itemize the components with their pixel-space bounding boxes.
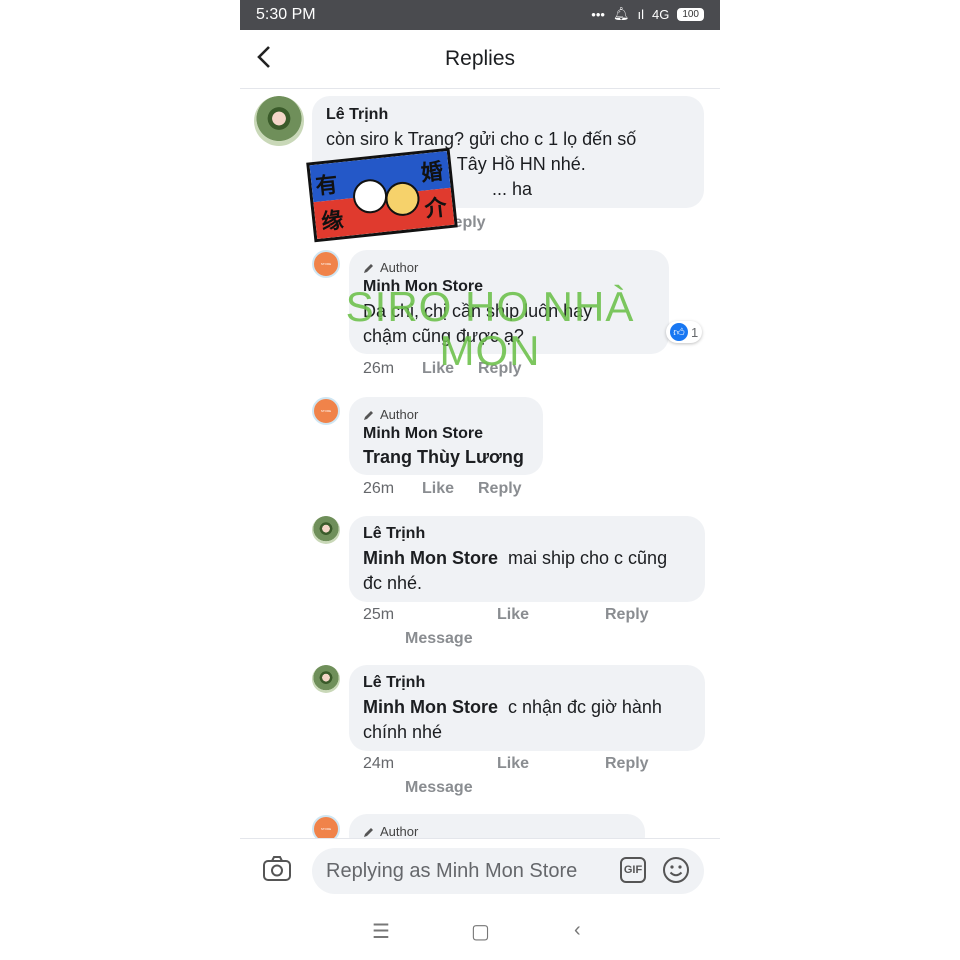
avatar-le-trinh[interactable] [312,665,340,693]
home-key-icon[interactable]: ▢ [471,919,490,944]
phone-screen: 5:30 PM ••• 🔔︎ ıl 4G 100 Replies Lê Trịn… [240,0,720,960]
gif-icon[interactable]: GIF [620,857,646,883]
commenter-name[interactable]: Lê Trịnh [326,106,388,124]
signal-icon: ıl [637,6,644,22]
reply-input-placeholder: Replying as Minh Mon Store [326,860,578,882]
camera-button[interactable] [262,855,292,883]
avatar-le-trinh[interactable] [312,516,340,544]
pencil-icon [364,263,373,273]
comment-line: chính nhé [363,722,443,742]
comment-line: còn siro k Trang? gửi cho c 1 lọ đến số [326,129,637,149]
comment-time: 25m [363,606,395,623]
commenter-name[interactable]: Lê Trịnh [363,525,425,543]
message-link[interactable]: Message [405,779,473,797]
commenter-name[interactable]: Minh Mon Store [363,425,483,443]
back-key-icon[interactable]: ‹ [574,919,581,942]
reply-input[interactable]: Replying as Minh Mon Store GIF [312,848,704,894]
network-type: 4G [651,6,670,22]
status-time: 5:30 PM [256,6,316,23]
pencil-icon [364,827,373,837]
comment-line: c nhận đc giờ hành [508,697,662,717]
page-title: Replies [444,47,516,70]
comment-bubble-5[interactable]: Lê Trịnh Minh Mon Store c nhận đc giờ hà… [349,665,705,751]
avatar-minh-mon-store[interactable]: STORE [312,397,340,425]
sticker-image: 有 婚 缘 介 [306,147,458,243]
author-badge: Author [363,260,418,275]
like-link[interactable]: Like [422,480,454,498]
comment-line: mai ship cho c cũng [508,548,668,568]
mention-tag[interactable]: Minh Mon Store [363,697,498,717]
menu-key-icon[interactable]: ☰ [372,919,390,944]
message-link[interactable]: Message [405,630,473,648]
reply-composer: Replying as Minh Mon Store GIF [240,838,720,903]
like-link[interactable]: Like [497,606,529,624]
author-badge: Author [363,407,418,422]
status-bar: 5:30 PM ••• 🔔︎ ıl 4G 100 [240,0,720,30]
reply-link[interactable]: Reply [605,606,649,624]
reply-link[interactable]: Reply [605,755,649,773]
comment-time: 24m [363,755,395,772]
status-icons: ••• 🔔︎ ıl 4G 100 [591,6,704,22]
comment-bubble-3[interactable]: Author Minh Mon Store Trang Thùy Lương [349,397,543,475]
battery-icon: 100 [677,7,704,21]
watermark-text: SIRO HO NHÀ MON [345,283,635,374]
pencil-icon [364,410,373,420]
camera-icon [263,856,291,881]
bell-icon: 🔔︎ [612,6,630,21]
reaction-summary[interactable]: 👍︎ 1 [666,321,703,343]
more-dots-icon: ••• [591,6,605,22]
reply-link[interactable]: Reply [478,480,522,498]
smiley-icon [663,857,689,883]
avatar-minh-mon-store[interactable]: STORE [312,250,340,278]
author-badge: Author [363,824,418,839]
comment-bubble-4[interactable]: Lê Trịnh Minh Mon Store mai ship cho c c… [349,516,705,602]
reaction-count: 1 [691,324,699,340]
mention-tag[interactable]: Minh Mon Store [363,548,498,568]
comment-line: ... ha [492,179,533,199]
system-nav-bar: ☰ ▢ ‹ [240,903,720,960]
comment-line: đc nhé. [363,573,423,593]
commenter-name[interactable]: Lê Trịnh [363,674,425,692]
avatar-le-trinh[interactable] [254,96,304,146]
comment-time: 26m [363,480,395,497]
thumbs-up-icon: 👍︎ [670,323,688,341]
like-link[interactable]: Like [497,755,529,773]
emoji-button[interactable] [662,856,690,884]
mention-tag[interactable]: Trang Thùy Lương [363,445,524,470]
replies-header: Replies [240,30,720,89]
